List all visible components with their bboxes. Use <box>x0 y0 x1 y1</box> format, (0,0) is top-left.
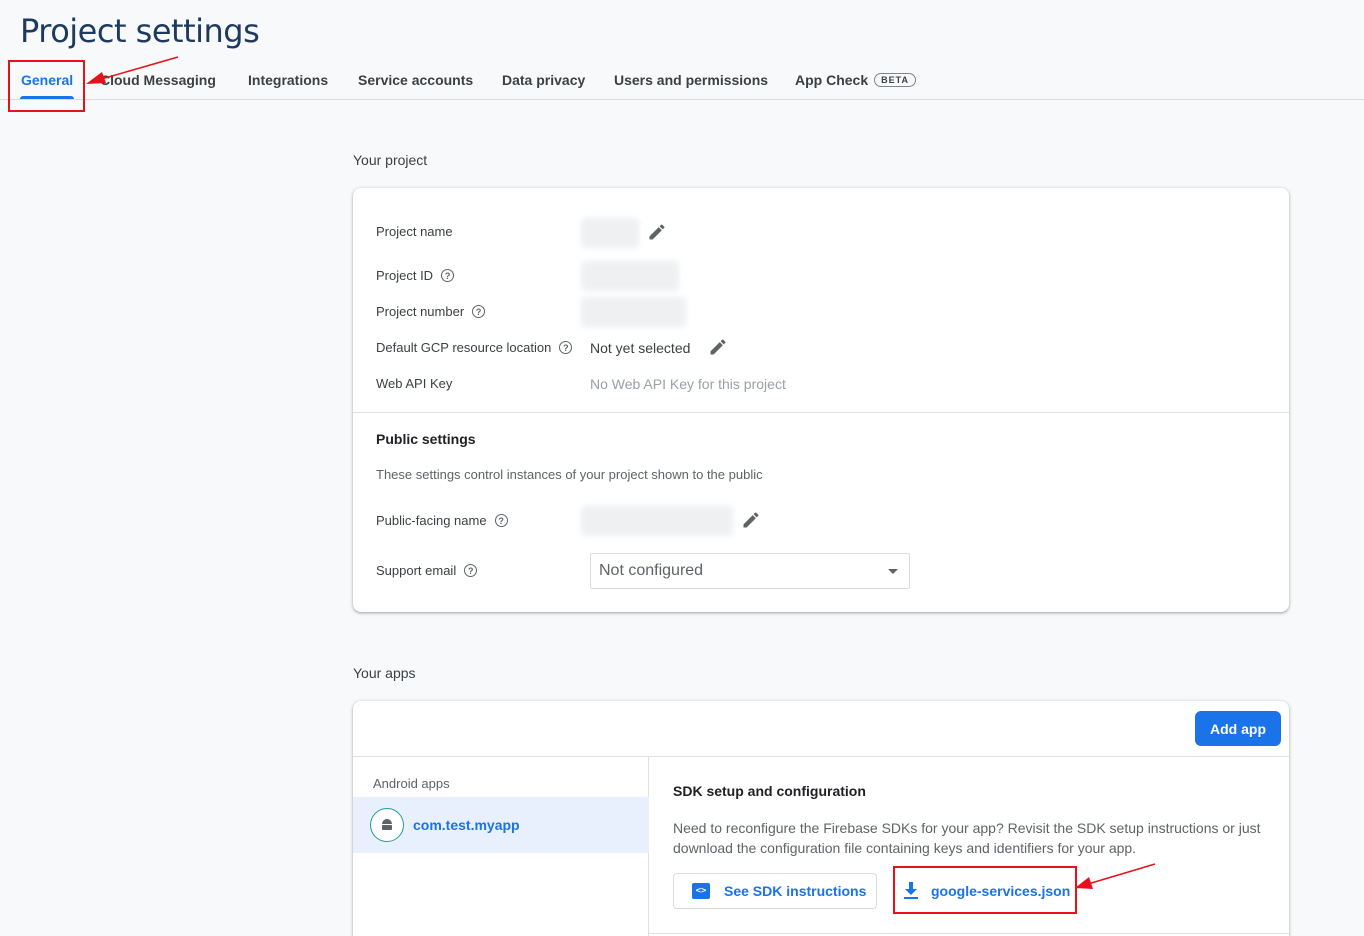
public-settings-description: These settings control instances of your… <box>376 467 763 482</box>
see-sdk-instructions-label: See SDK instructions <box>724 883 867 899</box>
help-icon[interactable]: ? <box>472 305 486 318</box>
tab-bar: General Cloud Messaging Integrations Ser… <box>0 60 1364 100</box>
tab-app-check[interactable]: App Check BETA <box>795 72 916 88</box>
public-facing-name-value-redacted <box>581 506 733 536</box>
chevron-down-icon <box>888 569 898 574</box>
tab-integrations[interactable]: Integrations <box>248 72 328 88</box>
support-email-select[interactable]: Not configured <box>590 553 910 589</box>
active-tab-indicator <box>20 96 74 99</box>
help-icon[interactable]: ? <box>464 564 478 577</box>
tab-cloud-messaging[interactable]: Cloud Messaging <box>100 72 216 88</box>
tab-service-accounts[interactable]: Service accounts <box>358 72 473 88</box>
page-title: Project settings <box>20 12 260 50</box>
gcp-location-value: Not yet selected <box>590 340 691 356</box>
add-app-button[interactable]: Add app <box>1195 711 1281 746</box>
apps-card-toolbar: Add app <box>353 701 1289 757</box>
help-icon[interactable]: ? <box>559 341 573 354</box>
your-apps-heading: Your apps <box>353 665 416 681</box>
project-id-label: Project ID ? <box>376 268 455 283</box>
tab-general[interactable]: General <box>21 72 73 88</box>
card-divider <box>353 412 1289 413</box>
tab-data-privacy[interactable]: Data privacy <box>502 72 585 88</box>
sdk-setup-description: Need to reconfigure the Firebase SDKs fo… <box>673 820 1261 856</box>
project-number-value-redacted <box>581 297 686 327</box>
support-email-selected-value: Not configured <box>599 562 704 579</box>
project-number-label-text: Project number <box>376 304 465 319</box>
download-icon <box>904 882 918 899</box>
your-project-heading: Your project <box>353 152 428 168</box>
android-apps-heading: Android apps <box>373 776 450 791</box>
project-name-label-text: Project name <box>376 224 453 239</box>
web-api-key-label: Web API Key <box>376 376 452 391</box>
help-icon[interactable]: ? <box>494 514 508 527</box>
apps-card: Add app Android apps com.test.myapp SDK … <box>353 701 1289 936</box>
app-list-item[interactable]: com.test.myapp <box>353 797 649 853</box>
project-number-label: Project number ? <box>376 304 486 319</box>
support-email-label: Support email ? <box>376 563 478 578</box>
app-name: com.test.myapp <box>413 817 520 833</box>
beta-badge: BETA <box>874 73 916 87</box>
edit-public-facing-name-icon[interactable] <box>741 510 761 530</box>
project-name-label: Project name <box>376 224 453 239</box>
edit-project-name-icon[interactable] <box>647 222 667 242</box>
help-icon[interactable]: ? <box>441 269 455 282</box>
project-name-value-redacted <box>581 218 639 248</box>
project-card: Project name Project ID ? Project number… <box>353 188 1289 612</box>
see-sdk-instructions-button[interactable]: <> See SDK instructions <box>673 873 877 909</box>
apps-card-divider <box>649 933 1289 934</box>
support-email-label-text: Support email <box>376 563 457 578</box>
public-facing-name-label-text: Public-facing name <box>376 513 487 528</box>
download-google-services-json-button[interactable]: google-services.json <box>903 873 1070 909</box>
google-services-json-label: google-services.json <box>931 883 1071 899</box>
android-icon <box>370 808 404 842</box>
gcp-location-label-text: Default GCP resource location <box>376 340 552 355</box>
project-id-value-redacted <box>581 261 679 291</box>
code-icon: <> <box>692 883 710 899</box>
sdk-setup-title: SDK setup and configuration <box>673 783 866 799</box>
public-settings-title: Public settings <box>376 431 476 447</box>
public-facing-name-label: Public-facing name ? <box>376 513 508 528</box>
edit-gcp-location-icon[interactable] <box>708 337 728 357</box>
tab-app-check-label: App Check <box>795 72 869 88</box>
gcp-location-label: Default GCP resource location ? <box>376 340 573 355</box>
tab-users-and-permissions[interactable]: Users and permissions <box>614 72 768 88</box>
web-api-key-value: No Web API Key for this project <box>590 376 786 392</box>
web-api-key-label-text: Web API Key <box>376 376 453 391</box>
apps-list: Android apps com.test.myapp <box>353 757 649 936</box>
project-id-label-text: Project ID <box>376 268 434 283</box>
